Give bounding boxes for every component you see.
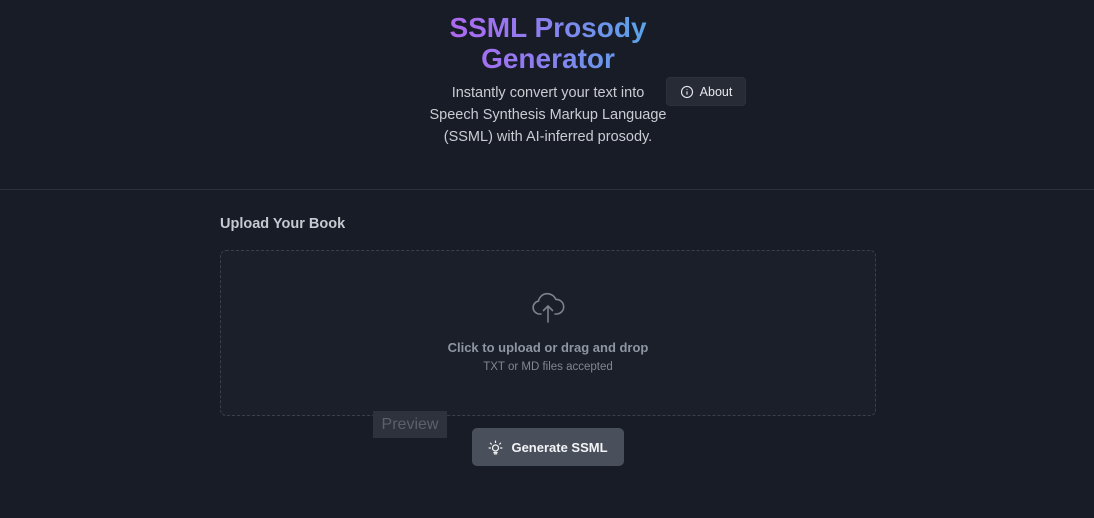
upload-file-types: TXT or MD files accepted xyxy=(483,361,613,373)
info-icon xyxy=(680,85,694,99)
about-button[interactable]: About xyxy=(666,77,746,106)
file-dropzone[interactable]: Click to upload or drag and drop TXT or … xyxy=(220,250,876,416)
page-subtitle: Instantly convert your text into Speech … xyxy=(429,85,667,145)
generate-label: Generate SSML xyxy=(511,439,608,455)
upload-instruction: Click to upload or drag and drop xyxy=(447,340,649,355)
page-title: SSML Prosody Generator xyxy=(398,12,698,74)
preview-button[interactable]: Preview xyxy=(373,411,447,438)
about-label: About xyxy=(699,84,733,99)
upload-section-title: Upload Your Book xyxy=(220,216,346,232)
generate-ssml-button[interactable]: Generate SSML xyxy=(472,428,624,466)
lightbulb-icon xyxy=(488,440,503,455)
cloud-upload-icon xyxy=(531,289,565,325)
app-header: SSML Prosody Generator Instantly convert… xyxy=(0,0,1094,190)
